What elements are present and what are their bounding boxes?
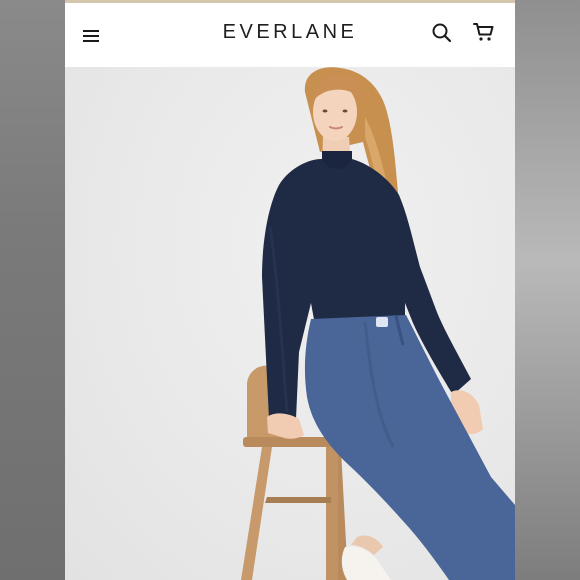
search-button[interactable] — [431, 22, 453, 44]
right-blur-margin — [515, 0, 580, 580]
cart-button[interactable] — [472, 21, 496, 43]
site-header: EVERLANE — [65, 3, 515, 67]
hero-photo — [241, 67, 515, 580]
left-blur-margin — [0, 0, 65, 580]
phone-screen: EVERLANE — [65, 0, 515, 580]
hero-image[interactable] — [65, 67, 515, 580]
search-icon — [432, 23, 452, 43]
model-figure — [262, 67, 515, 580]
shopping-cart-icon — [473, 23, 494, 41]
